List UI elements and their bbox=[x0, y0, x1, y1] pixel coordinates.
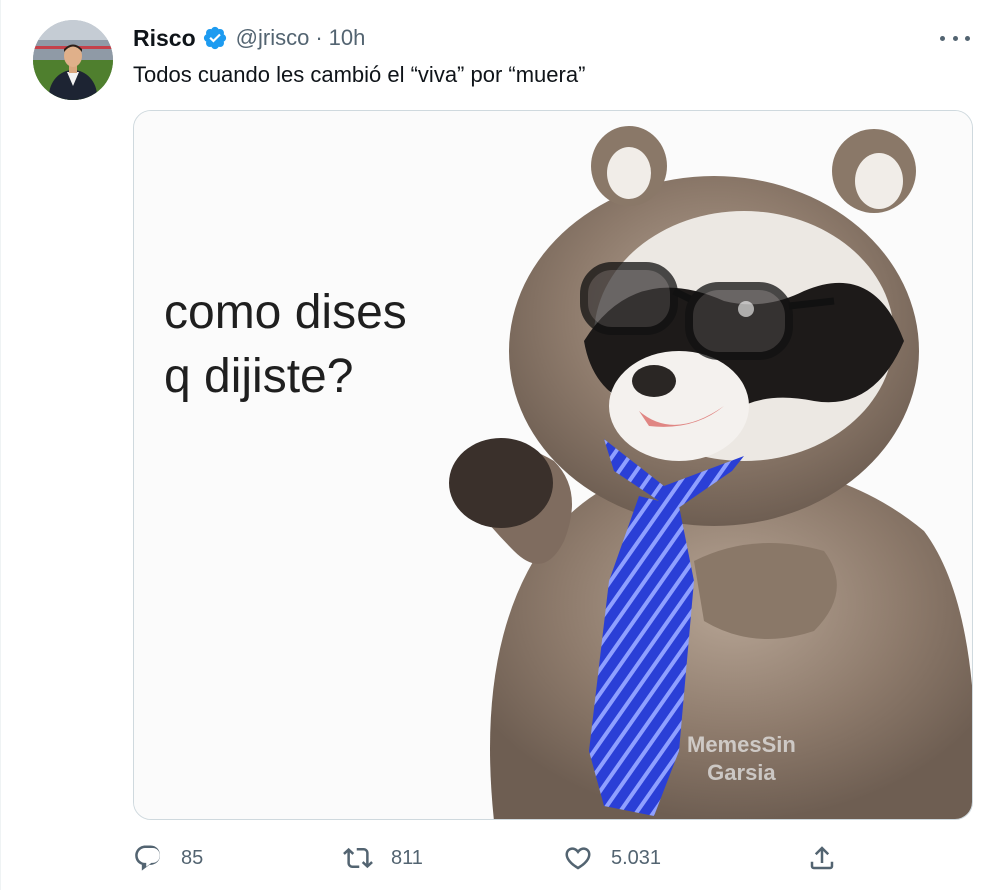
meme-caption-line: como dises bbox=[164, 286, 407, 339]
more-dot bbox=[940, 35, 945, 41]
like-button[interactable]: 5.031 bbox=[563, 840, 661, 876]
tweet-header: Risco @jrisco · 10h bbox=[133, 22, 365, 54]
like-count: 5.031 bbox=[611, 846, 662, 869]
retweet-button[interactable]: 811 bbox=[343, 840, 423, 876]
tweet-text: Todos cuando les cambió el “viva” por “m… bbox=[133, 62, 586, 87]
meme-watermark: MemesSin Garsia bbox=[687, 731, 796, 787]
tweet-media-image[interactable]: como dises q dijiste? MemesSin Garsia bbox=[133, 110, 973, 820]
heart-icon bbox=[565, 847, 591, 870]
watermark-line: MemesSin bbox=[687, 732, 796, 757]
meme-caption-line: q dijiste? bbox=[164, 350, 354, 403]
reply-icon bbox=[135, 845, 161, 871]
tweet-timestamp[interactable]: 10h bbox=[329, 25, 366, 51]
avatar[interactable] bbox=[33, 20, 113, 100]
more-dot bbox=[952, 35, 958, 41]
raccoon-meme-illustration bbox=[134, 111, 972, 819]
tweet-card[interactable]: Risco @jrisco · 10h Todos cuando les cam… bbox=[0, 0, 1000, 890]
share-button[interactable] bbox=[807, 840, 837, 876]
avatar-image bbox=[33, 20, 113, 100]
retweet-count: 811 bbox=[391, 846, 423, 869]
more-options-icon[interactable] bbox=[940, 28, 970, 48]
author-handle[interactable]: @jrisco bbox=[236, 25, 310, 51]
share-icon bbox=[810, 846, 834, 870]
watermark-line: Garsia bbox=[707, 760, 776, 785]
separator-dot: · bbox=[315, 25, 323, 50]
retweet-icon bbox=[343, 847, 373, 869]
verified-badge-icon bbox=[203, 26, 226, 50]
more-dot bbox=[965, 35, 970, 41]
author-name[interactable]: Risco bbox=[133, 25, 196, 52]
reply-button[interactable]: 85 bbox=[133, 840, 203, 876]
meme-caption: como dises q dijiste? bbox=[164, 281, 407, 409]
reply-count: 85 bbox=[181, 846, 204, 869]
tweet-actions: 85 811 5.031 bbox=[133, 840, 853, 876]
